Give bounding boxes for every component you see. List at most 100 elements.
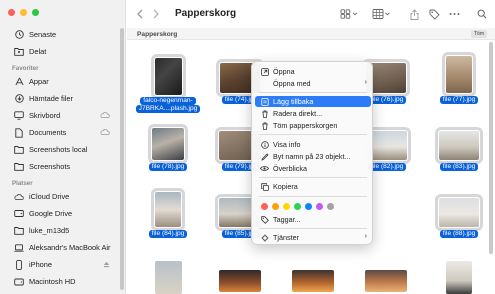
eye-icon	[260, 164, 269, 173]
menu-item-delete-immediately[interactable]: Radera direkt...	[255, 108, 371, 119]
file-name: file (77).jpg	[439, 96, 479, 104]
sidebar-item-macbook[interactable]: Aleksandr's MacBook Air	[0, 239, 120, 256]
menu-item-label: Öppna med	[273, 79, 311, 88]
file-thumbnail	[442, 52, 476, 97]
tag-orange[interactable]	[272, 203, 279, 210]
sidebar-item-apps[interactable]: Appar	[0, 73, 120, 90]
file-label: file (88).jpg	[424, 230, 494, 238]
file-thumbnail	[148, 124, 188, 164]
sidebar-item-iphone[interactable]: iPhone	[0, 256, 120, 273]
file-name: file (88).jpg	[439, 230, 479, 238]
content-scrollbar[interactable]	[489, 42, 493, 254]
file-item[interactable]: file (83).jpg	[424, 123, 494, 183]
sidebar-item-label: iCloud Drive	[29, 192, 70, 201]
sidebar-item-desktop[interactable]: Skrivbord	[0, 107, 120, 124]
sidebar-item-documents[interactable]: Documents	[0, 124, 120, 141]
submenu-arrow-icon: ›	[364, 79, 367, 86]
search-icon	[477, 9, 487, 19]
minimize-window-button[interactable]	[20, 9, 27, 16]
menu-item-get-info[interactable]: Visa info	[255, 139, 371, 150]
folder-icon	[14, 145, 24, 155]
forward-button[interactable]	[149, 7, 163, 21]
menu-item-services[interactable]: Tjänster ›	[255, 232, 371, 243]
phone-icon	[14, 259, 24, 270]
file-item[interactable]: file (84).jpg	[133, 188, 203, 250]
menu-item-label: Tjänster	[273, 233, 299, 242]
close-window-button[interactable]	[8, 9, 15, 16]
file-item[interactable]	[279, 258, 349, 294]
menu-item-copy[interactable]: Kopiera	[255, 181, 371, 192]
tag-color-row	[261, 203, 334, 210]
file-item[interactable]: file (78).jpg	[133, 123, 203, 183]
sidebar-item-label: Hämtade filer	[29, 94, 73, 103]
view-mode-button[interactable]	[339, 6, 361, 22]
file-item[interactable]	[206, 258, 276, 294]
menu-item-label: Överblicka	[273, 164, 307, 173]
more-actions-button[interactable]	[447, 6, 461, 22]
drive-icon	[14, 209, 24, 219]
menu-item-open[interactable]: Öppna	[255, 66, 371, 77]
chevron-right-icon	[153, 9, 159, 19]
file-item[interactable]: file (88).jpg	[424, 190, 494, 250]
menu-item-rename[interactable]: Byt namn på 23 objekt...	[255, 151, 371, 162]
menu-separator	[259, 196, 367, 197]
tag-blue[interactable]	[305, 203, 312, 210]
file-thumbnail	[365, 270, 407, 292]
sidebar-item-google-drive[interactable]: Google Drive	[0, 205, 120, 222]
menu-item-quick-look[interactable]: Överblicka	[255, 163, 371, 174]
file-name-line-2: J7BRKA....plash.jpg	[135, 105, 201, 113]
tag-green[interactable]	[294, 203, 301, 210]
file-thumbnail	[435, 127, 483, 164]
tag-gray[interactable]	[327, 203, 334, 210]
tags-button[interactable]	[427, 6, 441, 22]
file-thumbnail	[446, 261, 472, 294]
menu-item-open-with[interactable]: Öppna med ›	[255, 78, 371, 89]
back-button[interactable]	[133, 7, 147, 21]
menu-item-tags[interactable]: Taggar...	[255, 214, 371, 225]
sidebar-item-shared[interactable]: Delat	[0, 43, 120, 60]
file-item[interactable]	[133, 258, 203, 294]
folder-icon	[14, 226, 24, 236]
tag-purple[interactable]	[316, 203, 323, 210]
disk-icon	[14, 277, 24, 287]
file-item[interactable]	[424, 258, 494, 294]
sidebar-item-label: Google Drive	[29, 209, 73, 218]
tag-yellow[interactable]	[283, 203, 290, 210]
sidebar-item-recents[interactable]: Senaste	[0, 26, 120, 43]
menu-item-put-back[interactable]: Lägg tillbaka	[255, 96, 371, 107]
zoom-window-button[interactable]	[32, 9, 39, 16]
eject-icon[interactable]	[103, 261, 110, 268]
file-name-line-1: falco-negenman-	[140, 97, 196, 105]
file-item[interactable]: file (77).jpg	[424, 52, 494, 114]
shared-folder-icon	[14, 47, 24, 57]
sidebar-item-screenshots[interactable]: Screenshots	[0, 158, 120, 175]
copy-icon	[260, 182, 269, 191]
sidebar-item-screenshots-local[interactable]: Screenshots local	[0, 141, 120, 158]
menu-separator	[259, 134, 367, 135]
file-item[interactable]: falco-negenman- J7BRKA....plash.jpg	[133, 54, 203, 116]
info-icon	[260, 140, 269, 149]
tag-red[interactable]	[261, 203, 268, 210]
file-name: file (84).jpg	[148, 230, 188, 238]
sidebar-scrollbar[interactable]	[120, 28, 124, 290]
grid-view-icon	[340, 9, 358, 19]
file-label: falco-negenman-	[133, 97, 203, 105]
share-button[interactable]	[407, 6, 421, 22]
group-by-button[interactable]	[371, 6, 393, 22]
file-item[interactable]	[352, 258, 422, 294]
sidebar-item-icloud-drive[interactable]: iCloud Drive	[0, 188, 120, 205]
menu-item-label: Lägg tillbaka	[273, 97, 314, 106]
download-icon	[14, 94, 24, 104]
menu-item-empty-trash[interactable]: Töm papperskorgen	[255, 120, 371, 131]
menu-separator	[259, 228, 367, 229]
menu-item-label: Byt namn på 23 objekt...	[273, 152, 351, 161]
file-label: file (84).jpg	[133, 230, 203, 238]
sidebar-item-label: iPhone	[29, 260, 53, 269]
sidebar-item-macintosh-hd[interactable]: Macintosh HD	[0, 273, 120, 290]
sidebar-item-downloads[interactable]: Hämtade filer	[0, 90, 120, 107]
sidebar-item-user-folder[interactable]: luke_m13d5	[0, 222, 120, 239]
sidebar-list: Senaste Delat Favoriter Appar Hämtade fi…	[0, 26, 120, 290]
ellipsis-icon	[449, 13, 459, 15]
tag-icon	[260, 215, 269, 224]
search-button[interactable]	[475, 6, 489, 22]
